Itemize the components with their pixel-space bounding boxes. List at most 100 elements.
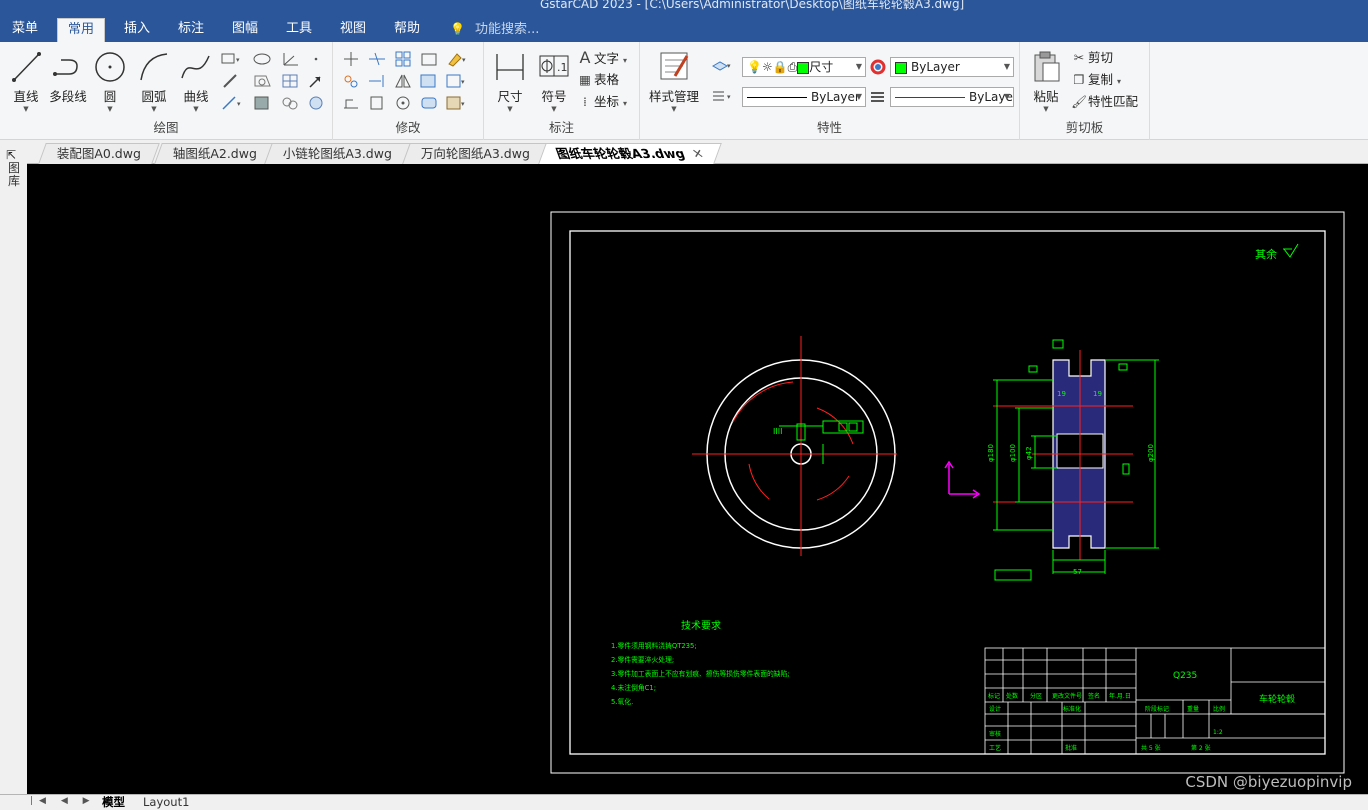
layer-dropdown[interactable]: 💡☼🔒⎙ 尺寸 ▼ [742, 57, 866, 77]
trim-button[interactable] [367, 50, 389, 70]
doc-tab[interactable]: 小链轮图纸A3.dwg [264, 143, 411, 164]
symbol-button[interactable]: .1 符号 ▼ [534, 50, 574, 113]
ray-button[interactable]: ▾ [220, 94, 242, 114]
rectangle-button[interactable]: ▾ [220, 50, 242, 70]
window-title: GstarCAD 2023 - [C:\Users\Administrator\… [540, 0, 965, 11]
chevron-down-icon: ▾ [1117, 77, 1122, 86]
boundary-button[interactable] [280, 94, 302, 114]
polyline-button[interactable]: 多段线 [48, 50, 88, 105]
dimension-button[interactable]: 尺寸 ▼ [490, 50, 530, 113]
arc-button[interactable]: 圆弧 ▼ [134, 50, 174, 113]
tab-insert[interactable]: 插入 [114, 18, 160, 42]
tab-home[interactable]: 常用 [57, 18, 106, 42]
edit-button[interactable]: ▾ [445, 94, 467, 114]
hatch-button[interactable] [252, 94, 274, 114]
match-properties-button[interactable]: 🖌特性匹配 [1070, 92, 1138, 112]
xline-button[interactable] [220, 72, 242, 92]
eraser-icon: ▾ [448, 53, 466, 67]
layer-color-swatch [797, 61, 810, 74]
coordinate-label: 坐标 [594, 94, 620, 109]
doc-tab[interactable]: 轴图纸A2.dwg [154, 143, 276, 164]
trim-icon [369, 52, 385, 66]
linetype-list-button[interactable]: ▾ [710, 86, 732, 106]
drawing-canvas[interactable]: 其余 IIII φ180 φ100 φ42 φ200 57 19 19 技术要求… [27, 164, 1368, 794]
curve-label: 曲线 [183, 89, 209, 104]
color-value: ByLayer [911, 60, 960, 74]
lineweight-button[interactable] [868, 88, 890, 108]
layout-tab-model[interactable]: 模型 [96, 795, 131, 810]
offset-button[interactable] [419, 72, 441, 92]
doc-tab[interactable]: 万向轮图纸A3.dwg [402, 143, 549, 164]
line-button[interactable]: 直线 ▼ [6, 50, 46, 113]
layer-name: 尺寸 [809, 60, 834, 74]
array-button[interactable] [393, 50, 415, 70]
library-panel-label[interactable]: 图库 [8, 162, 22, 188]
table-button[interactable]: ▦ 表格 [576, 70, 619, 90]
construction-button[interactable] [280, 50, 302, 70]
doc-tab[interactable]: 装配图A0.dwg [38, 143, 160, 164]
coordinate-button[interactable]: ⁞ 坐标 ▾ [576, 92, 627, 112]
curve-button[interactable]: 曲线 ▼ [176, 50, 216, 113]
arrow-button[interactable] [306, 72, 328, 92]
properties-group-label: 特性 [816, 120, 842, 135]
dim-d3: φ42 [1025, 446, 1033, 460]
stretch-button[interactable] [341, 94, 363, 114]
svg-text:▾: ▾ [727, 62, 731, 70]
linetype-sample [747, 97, 807, 98]
tab-view[interactable]: 视图 [330, 18, 376, 42]
doc-tab-active[interactable]: 图纸车轮轮毂A3.dwg ✕ [538, 143, 722, 164]
layer-properties-button[interactable]: ▾ [710, 56, 732, 76]
scale-button[interactable]: ▾ [445, 72, 467, 92]
cut-label: 剪切 [1088, 50, 1114, 65]
copy-obj-button[interactable] [341, 72, 363, 92]
chevron-down-icon: ▼ [1003, 62, 1010, 71]
copy-object-icon [344, 75, 358, 88]
tech-line: 2.零件需要淬火处理; [611, 655, 674, 664]
region-button[interactable] [252, 72, 274, 92]
tb-process: 工艺 [989, 744, 1001, 752]
erase-button[interactable]: ▾ [445, 50, 467, 70]
dim-d2: φ100 [1009, 444, 1017, 462]
tab-frame[interactable]: 图幅 [222, 18, 268, 42]
point-button[interactable] [306, 50, 328, 70]
move-button[interactable] [341, 50, 363, 70]
linetype-value: ByLayer [811, 90, 860, 104]
close-icon[interactable]: ✕ [689, 144, 707, 164]
circle-button[interactable]: 圆 ▼ [90, 50, 130, 113]
lineweight-dropdown[interactable]: ByLayer ▼ [890, 87, 1014, 107]
layout-tab-layout1[interactable]: Layout1 [137, 795, 195, 810]
tb-header: 标记 [988, 692, 1000, 700]
color-wheel-button[interactable] [868, 58, 890, 78]
curve-icon [181, 55, 210, 79]
ellipse-button[interactable] [252, 50, 274, 70]
explode-button[interactable] [367, 94, 389, 114]
xline-icon [223, 74, 237, 88]
linetype-dropdown[interactable]: ByLayer ▼ [742, 87, 866, 107]
cut-button[interactable]: ✂ 剪切 [1070, 48, 1113, 68]
color-dropdown[interactable]: ByLayer ▼ [890, 57, 1014, 77]
tab-help[interactable]: 帮助 [384, 18, 430, 42]
extend-button[interactable] [367, 72, 389, 92]
drawing-svg[interactable]: 其余 IIII φ180 φ100 φ42 φ200 57 19 19 技术要求… [27, 164, 1368, 794]
chamfer-button[interactable] [419, 94, 441, 114]
modify-group: ▾ ▾ ▾ 修改 [333, 42, 484, 140]
copy-button[interactable]: ❐ 复制 ▾ [1070, 70, 1121, 90]
annotate-group-label: 标注 [548, 120, 574, 135]
tab-annotate[interactable]: 标注 [168, 18, 214, 42]
rotate-button[interactable] [393, 94, 415, 114]
tb-approve: 批准 [1065, 744, 1077, 752]
text-button[interactable]: A 文字 ▾ [576, 48, 628, 68]
mirror-button[interactable] [393, 72, 415, 92]
pin-icon[interactable]: ⇱ [6, 148, 16, 162]
tech-line: 5.氧化. [611, 697, 633, 706]
table-draw-button[interactable] [280, 72, 302, 92]
fillet-button[interactable] [419, 50, 441, 70]
svg-text:▾: ▾ [461, 78, 465, 86]
paste-button[interactable]: 粘贴 ▼ [1026, 50, 1066, 113]
doc-tab-label: 小链轮图纸A3.dwg [282, 146, 392, 161]
tab-menu[interactable]: 菜单 [2, 18, 48, 42]
tab-tools[interactable]: 工具 [276, 18, 322, 42]
feature-search[interactable]: 💡 功能搜索... [450, 18, 539, 40]
wipeout-button[interactable] [306, 94, 328, 114]
layout-tab-bar: |◀ ◀ ▶ ▶| 模型 Layout1 CSDN @biyezuopinvip [0, 773, 1368, 810]
